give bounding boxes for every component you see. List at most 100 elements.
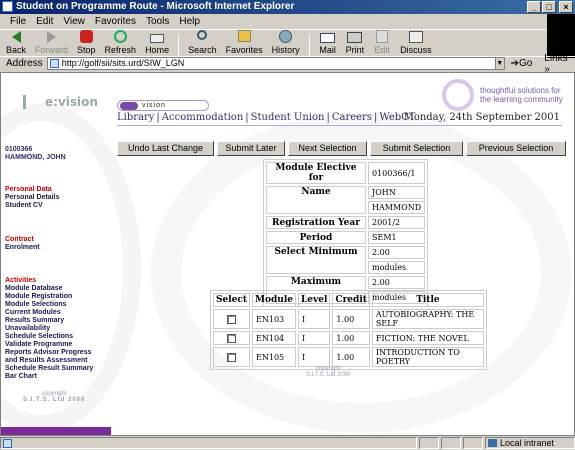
sidebar-item-student-cv[interactable]: Student CV [5,202,43,210]
address-dropdown-button[interactable]: ▼ [494,57,505,70]
sidebar-item-results-assessment[interactable]: and Results Assessment [5,357,88,365]
table-row: EN103 I 1.00 AUTOBIOGRAPHY: THE SELF [213,309,484,329]
address-label: Address [6,58,43,69]
module-credit: 1.00 [332,331,370,345]
first-name-value: JOHN [368,186,426,199]
menu-tools[interactable]: Tools [146,16,169,27]
module-code: EN104 [252,331,296,345]
current-date: Monday, 24th September 2001 [403,112,560,123]
favorites-button[interactable]: Favorites [226,30,263,56]
home-icon [148,30,166,44]
edit-button[interactable]: Edit [373,30,391,56]
sidebar-item-results-summary[interactable]: Results Summary [5,317,64,325]
stop-button[interactable]: Stop [77,30,96,56]
action-buttons: Undo Last Change Submit Later Next Selec… [117,141,569,156]
search-button[interactable]: Search [188,30,217,56]
module-level: I [297,309,331,329]
nav-accommodation[interactable]: Accommodation [162,112,243,123]
period-value: SEM1 [368,231,426,244]
module-title: AUTOBIOGRAPHY: THE SELF [371,309,484,329]
next-selection-button[interactable]: Next Selection [288,141,367,156]
nav-library[interactable]: Library [117,112,154,123]
ie-icon [2,1,13,12]
toolbar: Back Forward Stop Refresh Home Search Fa… [0,30,547,56]
windows-logo-icon [547,14,575,58]
menu-file[interactable]: File [10,16,26,27]
select-checkbox-en104[interactable] [227,333,236,343]
module-code: EN103 [252,309,296,329]
sidebar-footer-bar [1,427,111,435]
page-done-icon [3,439,12,448]
select-minimum-unit: modules [368,261,426,274]
maximize-button[interactable]: □ [542,1,556,13]
menu-favorites[interactable]: Favorites [95,16,136,27]
sidebar-item-validate-programme[interactable]: Validate Programme [5,341,72,349]
module-credit: 1.00 [332,347,370,367]
content-copyright: copyright S.I.T.S. Ltd 2000 [306,366,351,378]
nav-student-union[interactable]: Student Union [251,112,325,123]
registration-year-value: 2001/2 [368,216,426,229]
sidebar-item-unavailability[interactable]: Unavailability [5,325,50,333]
sidebar-item-bar-chart[interactable]: Bar Chart [5,373,37,381]
evision-logo: e:vision [23,95,98,109]
sidebar-item-schedule-selections[interactable]: Schedule Selections [5,333,73,341]
nav-careers[interactable]: Careers [332,112,372,123]
status-bar: Local intranet [0,436,575,450]
select-minimum-label: Select Minimum [266,246,366,274]
sidebar-item-module-selections[interactable]: Module Selections [5,301,66,309]
submit-selection-button[interactable]: Submit Selection [370,141,463,156]
intranet-icon [488,439,497,447]
toolbar-divider [308,34,310,56]
status-cell [441,437,461,449]
sidebar-item-personal-details[interactable]: Personal Details [5,194,59,202]
back-button[interactable]: Back [6,30,26,56]
column-header-title: Title [371,293,484,307]
menu-view[interactable]: View [63,16,85,27]
sidebar-copyright: copyright S.I.T.S. Ltd 2000 [23,391,86,403]
module-credit: 1.00 [332,309,370,329]
sidebar-item-enrolment[interactable]: Enrolment [5,244,40,252]
module-level: I [297,331,331,345]
window-title: Student on Programme Route - Microsoft I… [16,1,295,12]
name-label: Name [266,186,366,214]
history-button[interactable]: History [272,30,300,56]
security-zone: Local intranet [485,437,575,449]
module-code: EN105 [252,347,296,367]
sidebar-item-schedule-result-summary[interactable]: Schedule Result Summary [5,365,93,373]
refresh-button[interactable]: Refresh [105,30,136,56]
status-cell [463,437,483,449]
close-button[interactable]: × [559,1,573,13]
sidebar-item-current-modules[interactable]: Current Modules [5,309,61,317]
module-elective-label: Module Elective for [266,162,366,184]
menu-edit[interactable]: Edit [36,16,53,27]
mail-button[interactable]: Mail [319,30,337,56]
top-navigation: Library | Accommodation | Student Union | Care… [117,112,416,123]
previous-selection-button[interactable]: Previous Selection [466,141,566,156]
undo-last-change-button[interactable]: Undo Last Change [117,141,214,156]
address-bar: Address http://golf/sii/sits.urd/SIW_LGN… [0,53,575,75]
go-button[interactable]: ➔Go [511,58,533,69]
sidebar-item-module-database[interactable]: Module Database [5,285,63,293]
address-input[interactable]: http://golf/sii/sits.urd/SIW_LGN [46,57,496,70]
select-checkbox-en105[interactable] [227,352,236,362]
personal-data-heading: Personal Data [5,186,52,193]
sidebar-item-reports-advisor-progress[interactable]: Reports Advisor Progress [5,349,92,357]
student-id: 0100366 [5,146,33,153]
maximum-value: 2.00 [368,276,426,289]
forward-button[interactable]: Forward [35,30,68,56]
favorites-icon [235,30,253,44]
contract-heading: Contract [5,236,34,243]
sidebar-item-module-registration[interactable]: Module Registration [5,293,72,301]
submit-later-button[interactable]: Submit Later [217,141,285,156]
select-minimum-value: 2.00 [368,246,426,259]
column-header-credit: Credit [332,293,370,307]
select-checkbox-en103[interactable] [227,314,236,324]
discuss-button[interactable]: Discuss [400,30,432,56]
menu-help[interactable]: Help [179,16,200,27]
home-button[interactable]: Home [145,30,169,56]
module-level: I [297,347,331,367]
print-button[interactable]: Print [346,30,364,56]
brand-ring-icon [442,79,474,111]
column-header-select: Select [213,293,251,307]
minimize-button[interactable]: _ [527,1,541,13]
